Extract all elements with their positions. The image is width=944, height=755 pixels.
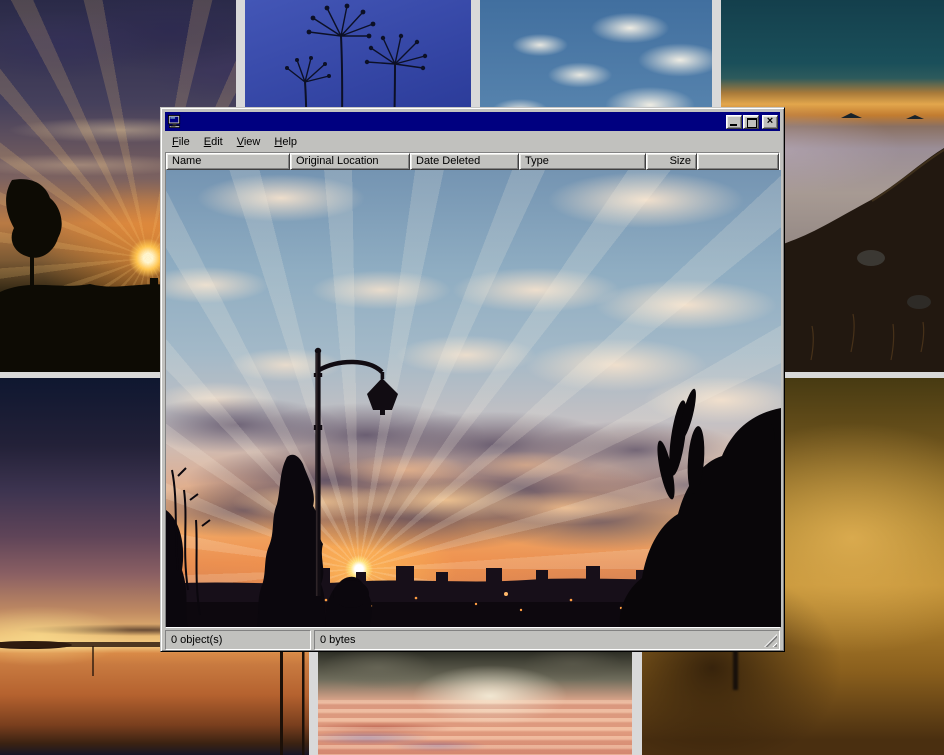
minimize-button[interactable] [726,115,742,129]
menu-file[interactable]: File [165,134,197,150]
sunset-silhouettes [166,170,781,627]
close-button[interactable]: × [762,115,778,129]
title-bar[interactable]: × [165,112,780,131]
file-list-client-area: Name Original Location Date Deleted Type… [165,152,780,628]
status-object-count: 0 object(s) [165,630,311,650]
desktop: × File Edit View Help Name Original Loca… [0,0,944,755]
minimize-icon [730,124,737,126]
maximize-icon [747,118,757,128]
column-header-name[interactable]: Name [166,153,290,170]
menu-view[interactable]: View [230,134,268,150]
window-controls: × [726,115,778,129]
maximize-button[interactable] [743,115,759,129]
column-header-date-deleted[interactable]: Date Deleted [410,153,519,170]
column-header-stub [697,153,779,170]
menu-edit[interactable]: Edit [197,134,230,150]
water-ripples [318,700,632,755]
menu-help[interactable]: Help [267,134,304,150]
column-headers: Name Original Location Date Deleted Type… [166,153,779,170]
file-list-area[interactable] [166,170,781,627]
column-header-original-location[interactable]: Original Location [290,153,410,170]
recycle-bin-window: × File Edit View Help Name Original Loca… [160,107,785,652]
status-size: 0 bytes [314,630,780,650]
close-icon: × [767,115,773,127]
status-bar: 0 object(s) 0 bytes [165,630,780,650]
column-header-size[interactable]: Size [646,153,697,170]
column-header-type[interactable]: Type [519,153,646,170]
computer-icon [167,114,182,129]
menu-bar: File Edit View Help [164,132,781,152]
